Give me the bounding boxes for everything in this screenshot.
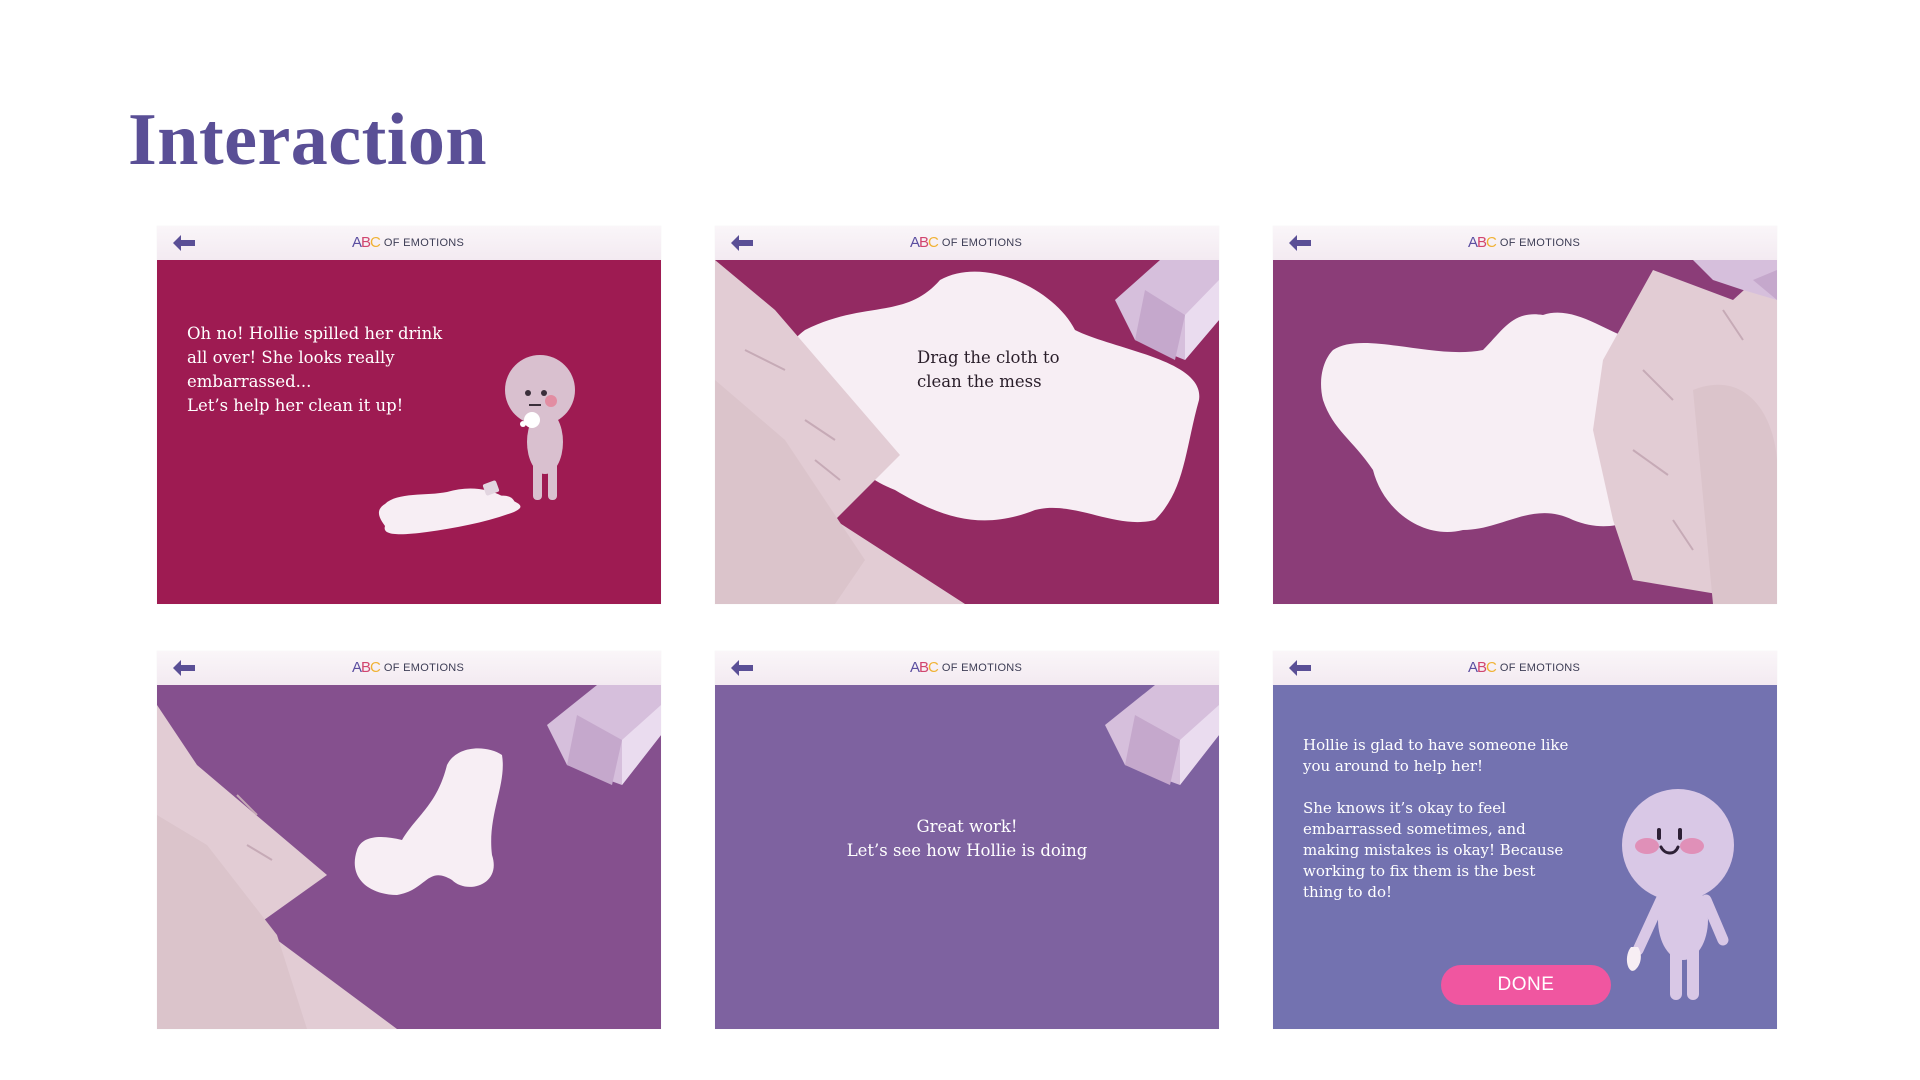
scene-area: Oh no! Hollie spilled her drink all over…	[157, 260, 661, 604]
logo-letter-a: A	[910, 234, 920, 251]
app-logo: ABC OF EMOTIONS	[352, 235, 464, 251]
app-logo: ABC OF EMOTIONS	[352, 660, 464, 676]
logo-letter-a: A	[1468, 659, 1478, 676]
app-header: ABC OF EMOTIONS	[1273, 226, 1777, 260]
logo-letter-b: B	[361, 234, 371, 251]
hollie-character	[505, 355, 575, 500]
logo-letter-c: C	[928, 659, 939, 676]
app-logo: ABC OF EMOTIONS	[910, 235, 1022, 251]
closing-text: Hollie is glad to have someone like you …	[1303, 736, 1569, 901]
logo-letter-c: C	[370, 234, 381, 251]
logo-text: OF EMOTIONS	[1499, 662, 1581, 674]
scene-area	[1273, 260, 1777, 604]
cleaning-scene	[1321, 260, 1777, 604]
page-title: Interaction	[128, 99, 487, 181]
screen-cleaning-almost-done: ABC OF EMOTIONS	[157, 651, 661, 1029]
screen-hollie-happy: ABC OF EMOTIONS Hollie is glad to have s…	[1273, 651, 1777, 1029]
logo-letter-a: A	[910, 659, 920, 676]
screen-great-work: ABC OF EMOTIONS Great work! Let’s see ho…	[715, 651, 1219, 1029]
app-header: ABC OF EMOTIONS	[157, 651, 661, 685]
logo-letter-c: C	[370, 659, 381, 676]
scene-area	[157, 685, 661, 1029]
logo-letter-a: A	[1468, 234, 1478, 251]
logo-letter-c: C	[928, 234, 939, 251]
spill-puddle	[378, 488, 521, 535]
logo-letter-b: B	[1477, 234, 1487, 251]
scene-area: Great work! Let’s see how Hollie is doin…	[715, 685, 1219, 1029]
app-header: ABC OF EMOTIONS	[1273, 651, 1777, 685]
screen-spill-intro: ABC OF EMOTIONS Oh no! Hollie spilled he…	[157, 226, 661, 604]
app-logo: ABC OF EMOTIONS	[910, 660, 1022, 676]
logo-text: OF EMOTIONS	[383, 237, 465, 249]
crystal-icon	[547, 685, 661, 785]
instruction-text: Drag the cloth to clean the mess	[917, 348, 1060, 391]
logo-letter-c: C	[1486, 234, 1497, 251]
intro-text: Oh no! Hollie spilled her drink all over…	[187, 324, 443, 415]
hollie-character	[1622, 789, 1734, 1000]
scene-area: Drag the cloth to clean the mess	[715, 260, 1219, 604]
back-arrow-icon[interactable]	[171, 658, 197, 678]
screen-cleaning-progress: ABC OF EMOTIONS	[1273, 226, 1777, 604]
cleaning-scene	[715, 260, 1219, 604]
spill-scene	[378, 355, 575, 535]
back-arrow-icon[interactable]	[1287, 233, 1313, 253]
back-arrow-icon[interactable]	[729, 658, 755, 678]
logo-text: OF EMOTIONS	[941, 662, 1023, 674]
logo-letter-b: B	[919, 659, 929, 676]
success-text: Great work! Let’s see how Hollie is doin…	[846, 817, 1088, 860]
screen-drag-cloth: ABC OF EMOTIONS Drag the cloth to clean …	[715, 226, 1219, 604]
logo-letter-b: B	[919, 234, 929, 251]
spill-puddle	[354, 748, 503, 895]
crystal-icon	[1115, 260, 1219, 360]
logo-letter-b: B	[1477, 659, 1487, 676]
app-logo: ABC OF EMOTIONS	[1468, 660, 1580, 676]
back-arrow-icon[interactable]	[171, 233, 197, 253]
logo-text: OF EMOTIONS	[1499, 237, 1581, 249]
crystal-icon	[1105, 685, 1219, 785]
app-header: ABC OF EMOTIONS	[715, 651, 1219, 685]
logo-text: OF EMOTIONS	[383, 662, 465, 674]
back-arrow-icon[interactable]	[729, 233, 755, 253]
app-header: ABC OF EMOTIONS	[715, 226, 1219, 260]
logo-letter-c: C	[1486, 659, 1497, 676]
logo-letter-a: A	[352, 659, 362, 676]
logo-letter-b: B	[361, 659, 371, 676]
back-arrow-icon[interactable]	[1287, 658, 1313, 678]
logo-text: OF EMOTIONS	[941, 237, 1023, 249]
done-button[interactable]: DONE	[1441, 965, 1611, 1005]
app-logo: ABC OF EMOTIONS	[1468, 235, 1580, 251]
app-header: ABC OF EMOTIONS	[157, 226, 661, 260]
cleaning-scene	[157, 685, 661, 1029]
logo-letter-a: A	[352, 234, 362, 251]
scene-area: Hollie is glad to have someone like you …	[1273, 685, 1777, 1029]
